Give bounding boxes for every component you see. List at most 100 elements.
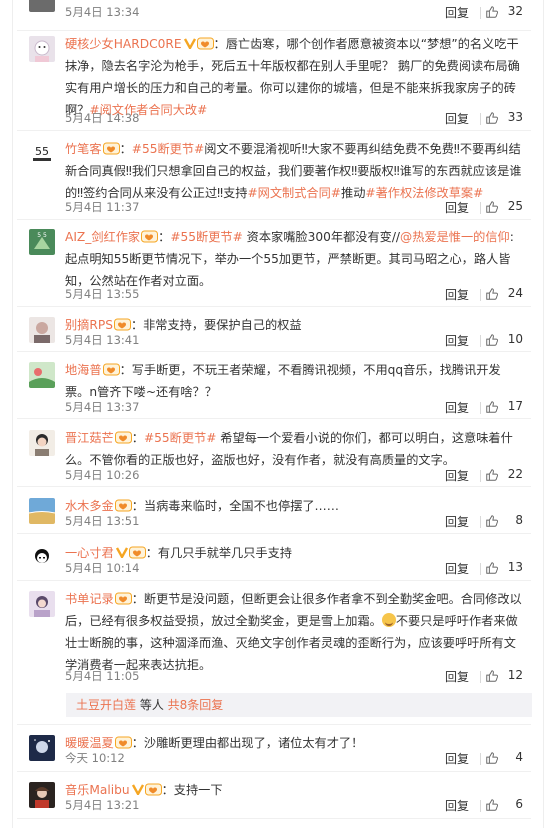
reply-button[interactable]: 回复 [445,199,469,216]
avatar[interactable] [29,36,55,62]
comment-text: 晋江菇芒 ：#55断更节# 希望每一个爱看小说的你们，都可以明白，这意味着什么。不… [65,431,513,467]
like-count[interactable]: 22 [487,467,523,481]
comment-meta: 5月4日 11:37 回复 25 [65,199,523,217]
comment-body: 推动 [341,186,366,200]
comment-time: 5月4日 13:21 [65,798,140,812]
divider [17,771,531,772]
avatar[interactable] [29,317,55,343]
comment-meta: 5月4日 10:26 回复 22 [65,467,523,485]
comment-body: 资本家嘴脸300年都没有变// [242,230,401,244]
like-count[interactable]: 17 [487,399,523,413]
meta-divider [480,563,481,575]
user-name[interactable]: 硬核少女HARDC0RE [65,37,182,51]
user-name[interactable]: 地海普 [65,363,102,377]
comment-meta: 5月4日 13:41 回复 10 [65,332,523,350]
like-count[interactable]: 8 [487,513,523,527]
avatar[interactable] [29,430,55,456]
avatar[interactable] [29,545,55,571]
reply-button[interactable]: 回复 [445,513,469,530]
reply-button[interactable]: 回复 [445,467,469,484]
reply-button[interactable]: 回复 [445,399,469,416]
like-count[interactable]: 10 [487,332,523,346]
like-count[interactable]: 13 [487,560,523,574]
reply-button[interactable]: 回复 [445,286,469,303]
svg-text:55: 55 [35,145,49,158]
avatar[interactable] [29,591,55,617]
user-name[interactable]: 一心寸君 [65,546,114,560]
user-mention[interactable]: @热爱是惟一的信仰 [400,230,510,244]
comment-body: ：当病毒来临时，全国不也停摆了…… [131,499,339,513]
fan-badge-icon [114,499,132,512]
user-name[interactable]: 暖暖温夏 [65,736,114,750]
like-count[interactable]: 24 [487,286,523,300]
avatar[interactable] [29,362,55,388]
fan-badge-icon [114,736,132,749]
fan-badge-icon [141,230,159,243]
user-name[interactable]: 别摘RPS [65,318,113,332]
divider [17,533,531,534]
like-count[interactable]: 6 [487,797,523,811]
fan-badge-icon [114,431,132,444]
avatar[interactable] [29,735,55,761]
fan-badge-icon [113,318,131,331]
user-name[interactable]: 晋江菇芒 [65,431,114,445]
divider [17,486,531,487]
comment-text: 竹笔客 ：#55断更节#阅文不要混淆视听‼大家不要再纠结免费不免费‼不要再纠结新合… [65,142,522,200]
comment-time: 5月4日 13:55 [65,287,140,301]
view-all-replies-link[interactable]: 共8条回复 [168,698,224,712]
reply-button[interactable]: 回复 [445,797,469,814]
reply-button[interactable]: 回复 [445,332,469,349]
user-name[interactable]: 音乐Malibu [65,783,130,797]
reply-button[interactable]: 回复 [445,110,469,127]
like-count[interactable]: 32 [487,4,523,18]
comment-body: ：非常支持，要保护自己的权益 [130,318,302,332]
user-name[interactable]: AIZ_剑红作家 [65,230,140,244]
topic-tag[interactable]: #55断更节# [144,431,217,445]
fan-badge-icon [114,592,132,605]
avatar[interactable] [29,782,55,808]
like-count[interactable]: 12 [487,668,523,682]
grin-emoji-icon [381,613,396,627]
comment-time: 5月4日 13:37 [65,400,140,414]
meta-divider [480,800,481,812]
topic-tag[interactable]: #著作权法修改草案# [365,186,483,200]
comment-meta: 5月4日 13:55 回复 24 [65,286,523,304]
verified-v-icon [183,38,196,49]
comment-time: 5月4日 13:41 [65,333,140,347]
divider [17,724,531,725]
user-name[interactable]: 竹笔客 [65,142,102,156]
verified-v-icon [131,784,144,795]
comment-body: ：写手断更，不玩王者荣耀，不看腾讯视频，不用qq音乐，找腾讯开发票。n管齐下喽~… [65,363,501,399]
avatar[interactable] [29,498,55,524]
topic-tag[interactable]: #55断更节# [132,142,205,156]
divider [17,818,531,819]
comment-text: 硬核少女HARDC0RE ：唇亡齿寒，哪个创作者愿意被资本以“梦想”的名义吃干抹净… [65,33,523,121]
sub-reply-summary[interactable]: 土豆开白莲 等人 共8条回复 [66,693,532,717]
svg-text:5 5: 5 5 [37,232,47,239]
avatar[interactable]: 5 5 [29,229,55,255]
comment-time: 5月4日 14:38 [65,111,140,125]
avatar[interactable]: 55 [29,141,55,167]
comment-meta: 5月4日 10:14 回复 13 [65,560,523,578]
meta-divider [480,671,481,683]
topic-tag[interactable]: #55断更节# [170,230,243,244]
divider [17,580,531,581]
meta-divider [480,289,481,301]
user-name[interactable]: 水木多金 [65,499,114,513]
topic-tag[interactable]: #网文制式合同# [247,186,341,200]
reply-button[interactable]: 回复 [445,668,469,685]
verified-v-icon [115,547,128,558]
comment-body: ：有几只手就举几只手支持 [145,546,292,560]
like-count[interactable]: 33 [487,110,523,124]
comment-body: 希望每一个爱看小说的你们，都可以明白，这意味着什么。不管你看的正版也好，盗版也好… [65,431,513,467]
like-count[interactable]: 4 [487,750,523,764]
reply-button[interactable]: 回复 [445,560,469,577]
fan-badge-icon [128,546,146,559]
like-count[interactable]: 25 [487,199,523,213]
avatar[interactable] [29,0,55,12]
sub-reply-user[interactable]: 土豆开白莲 [76,698,136,712]
reply-button[interactable]: 回复 [445,4,469,21]
reply-button[interactable]: 回复 [445,750,469,767]
user-name[interactable]: 书单记录 [65,592,114,606]
comment-meta: 5月4日 13:34 回复 32 [65,4,523,22]
